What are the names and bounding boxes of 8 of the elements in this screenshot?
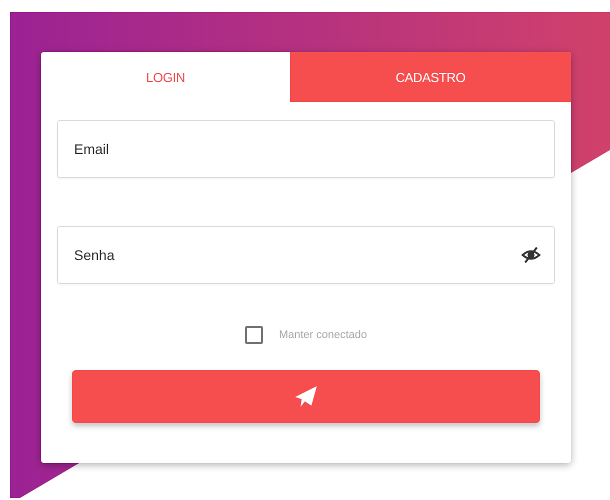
checkbox[interactable]	[244, 326, 263, 344]
tab[interactable]: CADASTRO	[290, 52, 571, 102]
checkbox-label: Manter conectado	[278, 329, 368, 341]
tab[interactable]: LOGIN	[41, 52, 290, 102]
password-field[interactable]: Senha	[57, 226, 555, 284]
paper-plane-icon	[293, 384, 319, 410]
email-field[interactable]: Email	[57, 120, 555, 178]
hidden-eye-icon[interactable]	[521, 245, 541, 265]
